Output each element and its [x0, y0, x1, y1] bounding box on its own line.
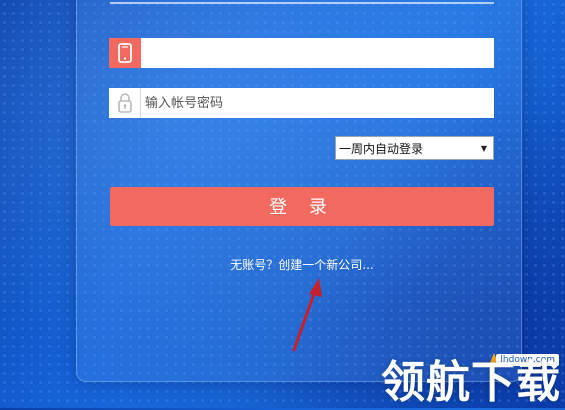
lock-icon [109, 88, 141, 118]
panel-divider [110, 2, 494, 4]
phone-icon [109, 38, 141, 68]
login-button[interactable]: 登 录 [110, 187, 494, 226]
watermark-text: 领航下载 [381, 357, 561, 408]
remember-select-value: 一周内自动登录 [339, 141, 424, 156]
password-input[interactable] [141, 89, 494, 117]
phone-field [109, 38, 494, 68]
chevron-down-icon: ▼ [480, 143, 487, 153]
password-field [109, 88, 494, 118]
remember-select[interactable]: 一周内自动登录 ▼ [335, 136, 494, 160]
phone-input[interactable] [141, 39, 494, 67]
annotation-arrow-icon [292, 278, 322, 352]
